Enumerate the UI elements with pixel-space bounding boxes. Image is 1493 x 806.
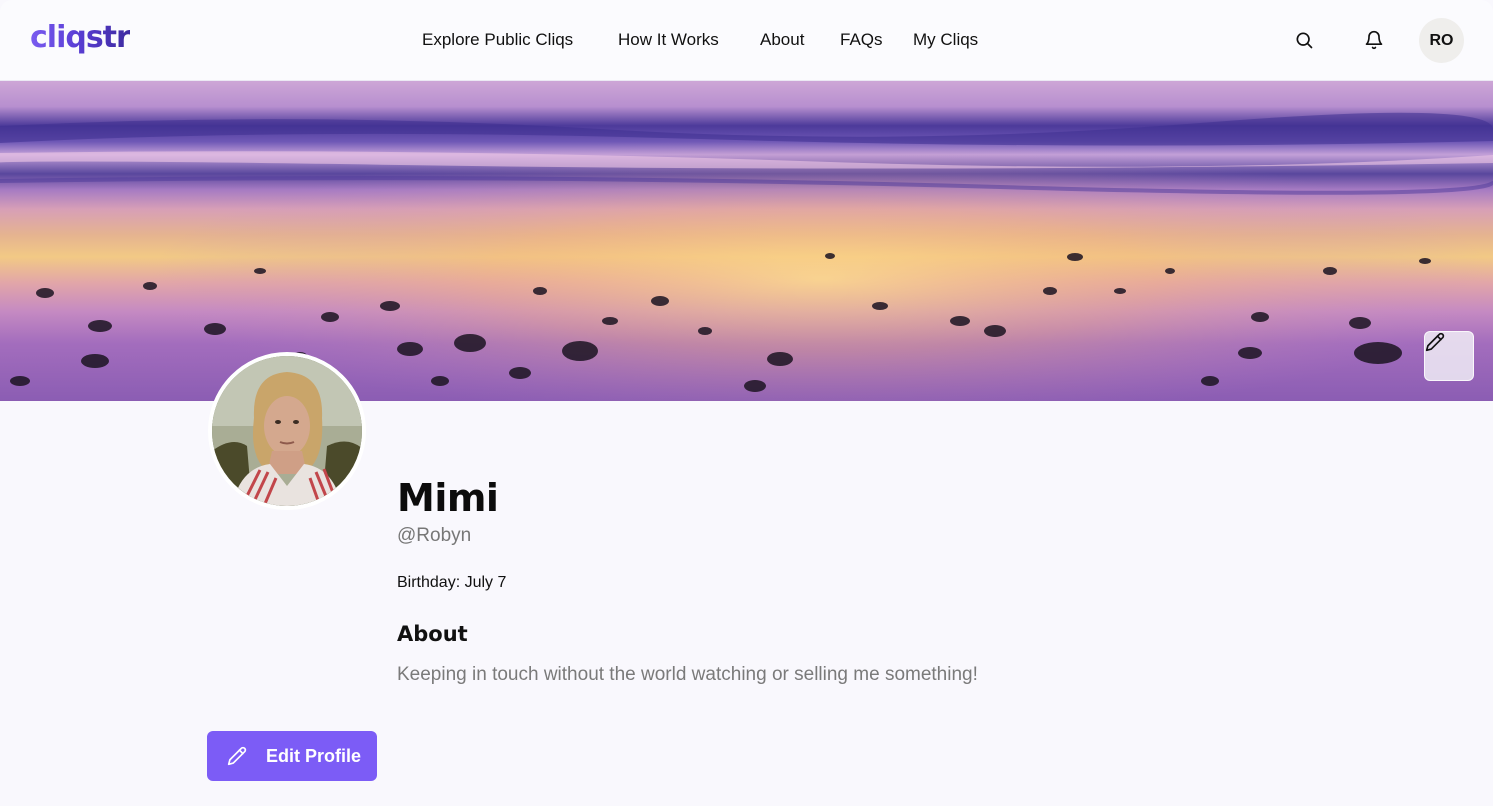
birthday-text: Birthday: July 7: [397, 574, 507, 591]
nav-explore-public-cliqs[interactable]: Explore Public Cliqs: [422, 30, 573, 50]
bell-icon: [1365, 30, 1383, 50]
user-avatar-menu[interactable]: RO: [1419, 18, 1464, 63]
top-navigation-bar: cliqstr Explore Public Cliqs How It Work…: [0, 0, 1493, 81]
cover-image-beach: [0, 81, 1493, 401]
pencil-icon: [1425, 332, 1445, 352]
nav-my-cliqs[interactable]: My Cliqs: [913, 30, 978, 50]
app-window: cliqstr Explore Public Cliqs How It Work…: [0, 0, 1493, 806]
search-button[interactable]: [1286, 22, 1322, 58]
edit-profile-label: Edit Profile: [266, 745, 362, 766]
display-name: Mimi: [397, 476, 499, 520]
nav-about[interactable]: About: [760, 30, 804, 50]
cover-photo: [0, 81, 1493, 401]
profile-photo-image: [212, 356, 362, 506]
edit-cover-button[interactable]: [1424, 331, 1474, 381]
pencil-icon: [227, 746, 247, 766]
edit-profile-button[interactable]: Edit Profile: [207, 731, 377, 781]
username-handle: @Robyn: [397, 525, 472, 546]
profile-photo[interactable]: [208, 352, 366, 510]
about-heading: About: [397, 622, 468, 646]
notifications-button[interactable]: [1356, 22, 1392, 58]
search-icon: [1296, 32, 1313, 49]
nav-how-it-works[interactable]: How It Works: [618, 30, 719, 50]
nav-faqs[interactable]: FAQs: [840, 30, 883, 50]
main-nav: Explore Public Cliqs How It Works About …: [0, 30, 1493, 52]
bio-text: Keeping in touch without the world watch…: [397, 664, 978, 685]
